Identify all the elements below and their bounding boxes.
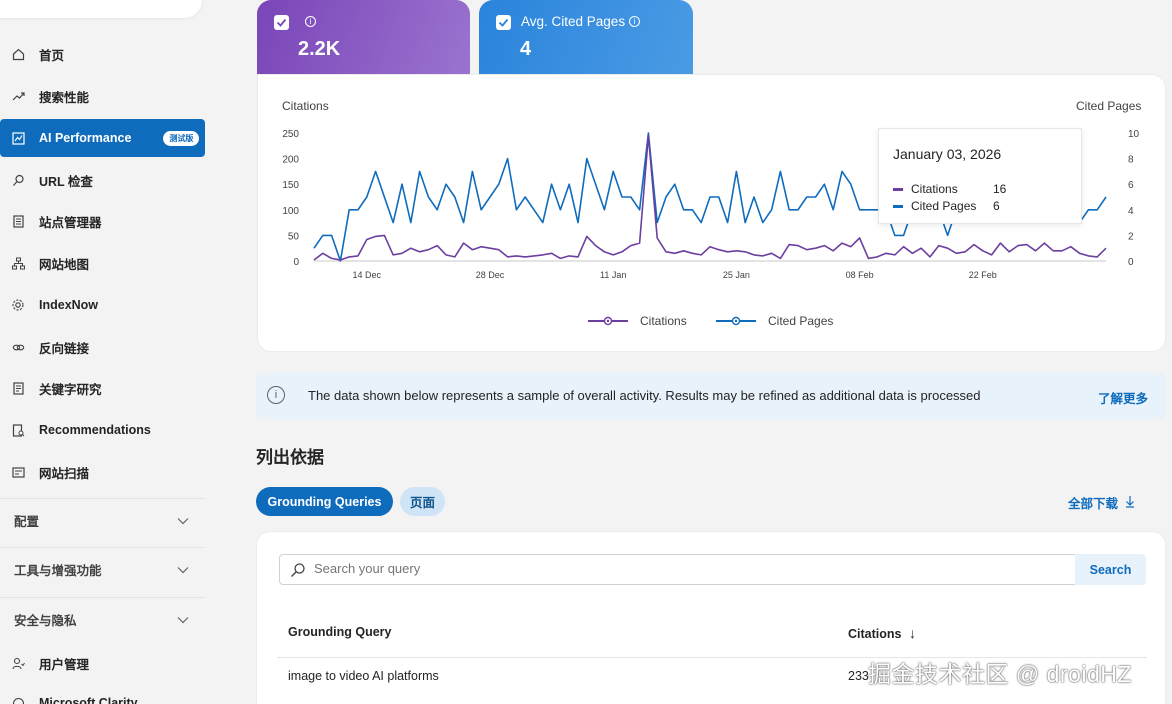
x-tick-label: 08 Feb bbox=[846, 270, 874, 280]
learn-more-link[interactable]: 了解更多 bbox=[1098, 388, 1148, 407]
sidebar-item-label: 关键字研究 bbox=[39, 382, 102, 397]
tab-grounding-queries[interactable]: Grounding Queries bbox=[256, 487, 393, 516]
y-right-tick-label: 10 bbox=[1128, 129, 1140, 140]
legend-label: Cited Pages bbox=[768, 314, 834, 328]
column-header-label: Citations bbox=[848, 627, 902, 641]
info-icon: i bbox=[267, 386, 285, 404]
y-right-tick-label: 0 bbox=[1128, 257, 1134, 268]
legend-item-cited-pages[interactable]: Cited Pages bbox=[716, 314, 833, 328]
tooltip-row-citations: Citations 16 bbox=[893, 182, 1006, 196]
tab-pages[interactable]: 页面 bbox=[400, 487, 445, 516]
tooltip-value: 16 bbox=[993, 182, 1007, 196]
download-icon bbox=[1125, 495, 1135, 511]
section-configuration[interactable]: 配置 bbox=[0, 498, 205, 542]
grounding-section-title: 列出依据 bbox=[256, 448, 324, 467]
chevron-down-icon bbox=[177, 563, 189, 577]
clarity-icon bbox=[11, 696, 25, 704]
search-button[interactable]: Search bbox=[1075, 554, 1146, 585]
citations-cell: 233 bbox=[848, 669, 869, 683]
chevron-down-icon bbox=[177, 514, 189, 528]
legend-line-icon bbox=[588, 316, 628, 326]
legend-item-citations[interactable]: Citations bbox=[588, 314, 687, 328]
x-tick-label: 14 Dec bbox=[353, 270, 382, 280]
query-cell: image to video AI platforms bbox=[288, 669, 439, 683]
x-tick-label: 22 Feb bbox=[969, 270, 997, 280]
sidebar-item-label: 用户管理 bbox=[39, 657, 90, 672]
legend-line-icon bbox=[716, 316, 756, 326]
y-left-tick-label: 150 bbox=[282, 180, 299, 191]
search-input[interactable] bbox=[314, 561, 1014, 576]
column-header-query[interactable]: Grounding Query bbox=[288, 625, 391, 639]
notice-text: The data shown below represents a sample… bbox=[308, 388, 981, 403]
sidebar-item-label: Microsoft Clarity bbox=[39, 696, 138, 704]
download-all-button[interactable]: 全部下载 bbox=[1068, 493, 1135, 512]
y-left-tick-label: 100 bbox=[282, 206, 299, 217]
section-label: 工具与增强功能 bbox=[14, 564, 102, 578]
section-label: 安全与隐私 bbox=[14, 614, 77, 628]
sort-desc-icon: ↓ bbox=[908, 625, 916, 641]
legend-swatch bbox=[893, 187, 903, 191]
section-security[interactable]: 安全与隐私 bbox=[0, 597, 205, 641]
watermark: 掘金技术社区 @ droidHZ bbox=[868, 661, 1132, 687]
tooltip-row-cited-pages: Cited Pages 6 bbox=[893, 199, 1000, 213]
sidebar-item-keyword-research[interactable]: 关键字研究 bbox=[0, 369, 205, 407]
y-left-tick-label: 0 bbox=[293, 257, 299, 268]
tooltip-label: Cited Pages bbox=[911, 199, 977, 213]
y-right-tick-label: 6 bbox=[1128, 180, 1134, 191]
search-icon bbox=[290, 562, 306, 583]
search-box bbox=[279, 554, 1076, 585]
section-tools[interactable]: 工具与增强功能 bbox=[0, 547, 205, 591]
y-left-tick-label: 50 bbox=[288, 231, 300, 242]
tooltip-value: 6 bbox=[993, 199, 1000, 213]
document-icon bbox=[11, 381, 25, 395]
sidebar-item-clarity[interactable]: Microsoft Clarity bbox=[0, 684, 205, 704]
sidebar-item-label: Recommendations bbox=[39, 423, 151, 437]
sidebar-item-label: 网站扫描 bbox=[39, 466, 90, 481]
x-tick-label: 28 Dec bbox=[476, 270, 505, 280]
y-right-tick-label: 4 bbox=[1128, 206, 1134, 217]
tooltip-date: January 03, 2026 bbox=[893, 146, 1002, 162]
user-icon bbox=[11, 656, 25, 670]
sidebar-item-recommendations[interactable]: Recommendations bbox=[0, 411, 205, 449]
y-right-tick-label: 2 bbox=[1128, 231, 1134, 242]
chevron-down-icon bbox=[177, 613, 189, 627]
x-tick-label: 11 Jan bbox=[600, 270, 626, 280]
section-label: 配置 bbox=[14, 515, 40, 529]
download-label: 全部下载 bbox=[1068, 497, 1119, 511]
sidebar-item-user-management[interactable]: 用户管理 bbox=[0, 644, 205, 682]
chart-tooltip: January 03, 2026 Citations 16 Cited Page… bbox=[878, 128, 1082, 224]
legend-swatch bbox=[893, 204, 903, 208]
column-header-citations[interactable]: Citations ↓ bbox=[848, 625, 916, 641]
sidebar-item-site-scan[interactable]: 网站扫描 bbox=[0, 453, 205, 491]
y-right-tick-label: 8 bbox=[1128, 155, 1134, 166]
y-left-tick-label: 200 bbox=[282, 155, 299, 166]
legend-label: Citations bbox=[640, 314, 687, 328]
y-left-tick-label: 250 bbox=[282, 129, 299, 140]
sample-data-notice: i The data shown below represents a samp… bbox=[256, 373, 1166, 419]
x-tick-label: 25 Jan bbox=[723, 270, 750, 280]
tooltip-label: Citations bbox=[911, 182, 958, 196]
recommend-icon bbox=[11, 423, 25, 437]
scan-icon bbox=[11, 465, 25, 479]
